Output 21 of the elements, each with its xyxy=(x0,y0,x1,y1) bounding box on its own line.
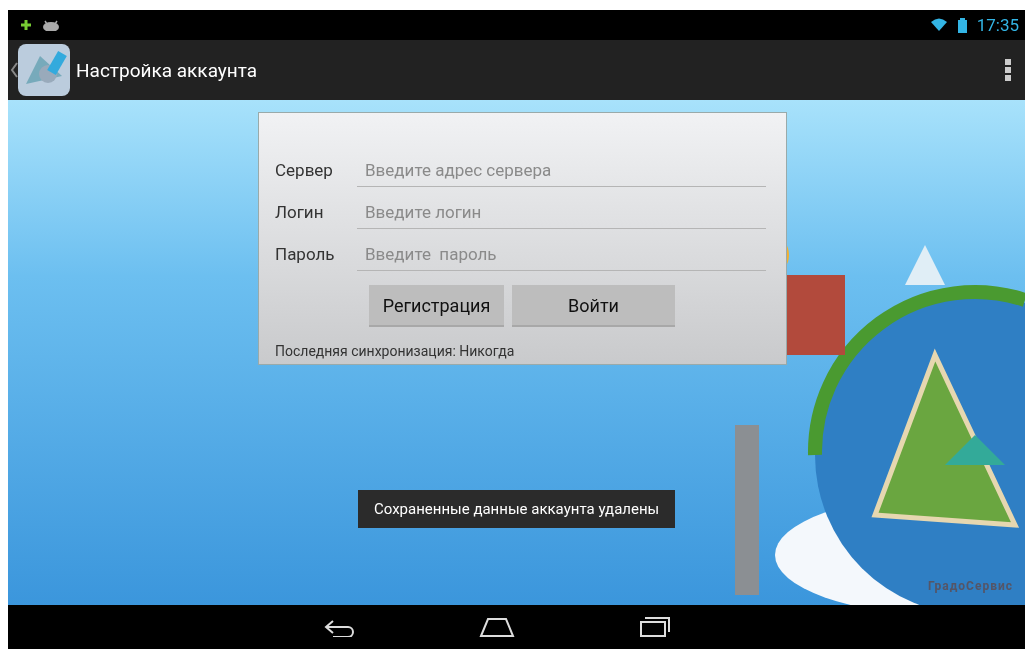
login-button[interactable]: Войти xyxy=(512,285,675,327)
input-field[interactable]: Введите логин xyxy=(357,195,766,229)
clock-time: 17:35 xyxy=(976,15,1019,35)
back-icon[interactable] xyxy=(322,617,357,637)
brand-logo-text: ГрадоСервис xyxy=(927,579,1013,593)
android-icon xyxy=(42,19,60,31)
screen-title: Настройка аккаунта xyxy=(76,58,258,82)
battery-icon xyxy=(957,17,967,33)
register-button[interactable]: Регистрация xyxy=(369,285,504,327)
input-field[interactable]: Введите адрес сервера xyxy=(357,153,766,187)
field-label: Логин xyxy=(275,202,325,222)
input-field[interactable]: Введите пароль xyxy=(357,237,766,271)
wifi-icon xyxy=(929,18,948,32)
field-label: Пароль xyxy=(275,244,336,264)
field-label: Сервер xyxy=(275,160,334,180)
back-caret-icon[interactable] xyxy=(10,62,18,78)
toast-message: Сохраненные данные аккаунта удалены xyxy=(358,490,676,528)
sync-status: Последняя синхронизация: Никогда xyxy=(275,343,516,359)
plus-icon xyxy=(20,19,32,31)
app-icon[interactable] xyxy=(18,44,70,96)
overflow-menu-icon[interactable] xyxy=(1005,59,1011,81)
